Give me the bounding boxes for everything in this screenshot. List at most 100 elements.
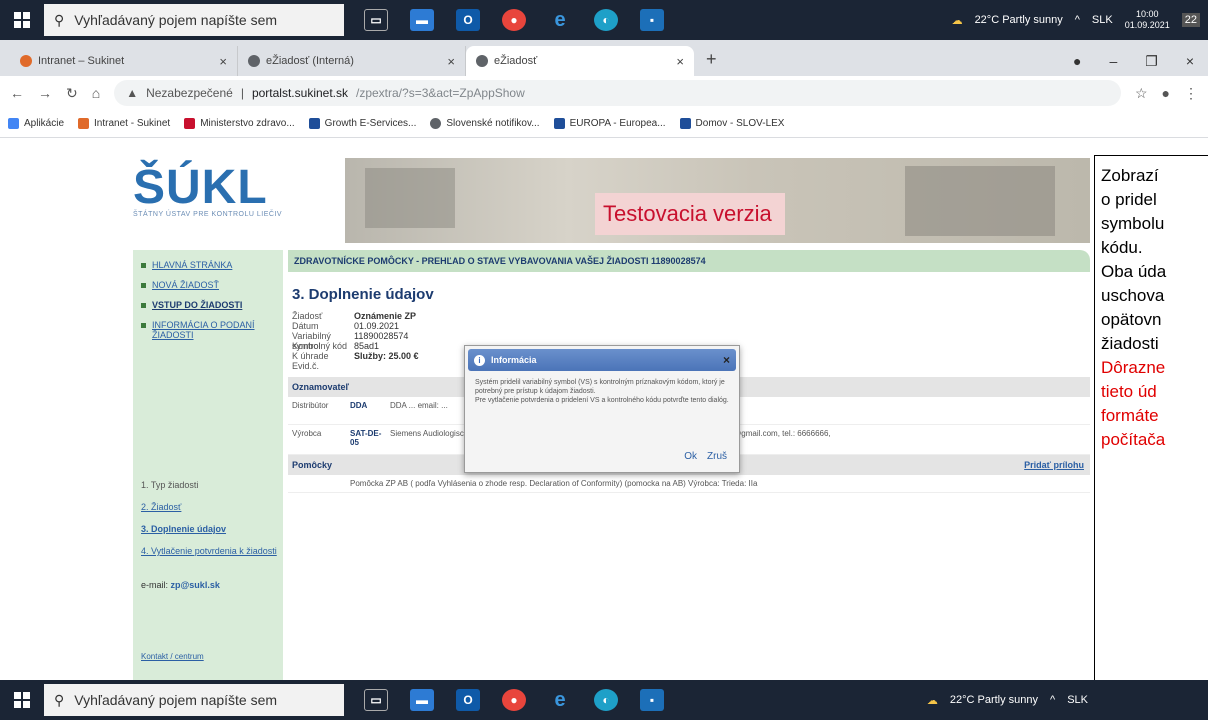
- clock-time: 10:00: [1135, 9, 1159, 19]
- tab-eziadost-interna[interactable]: eŽiadosť (Interná) ×: [238, 46, 466, 76]
- step-1: 1. Typ žiadosti: [141, 480, 199, 490]
- chrome-icon[interactable]: ●: [502, 9, 526, 31]
- weather-text[interactable]: 22°C Partly sunny: [950, 694, 1038, 706]
- close-tab-icon[interactable]: ×: [447, 54, 455, 69]
- taskbar-top: ⚲ Vyhľadávaný pojem napíšte sem ▭ ▬ O ● …: [0, 0, 1208, 40]
- windows-start-button[interactable]: [0, 0, 44, 40]
- star-icon[interactable]: ☆: [1135, 85, 1148, 102]
- globe-icon: [248, 55, 260, 67]
- close-tab-icon[interactable]: ×: [219, 54, 227, 69]
- maximize-icon[interactable]: ❐: [1145, 53, 1158, 70]
- sidebar-item-home[interactable]: HLAVNÁ STRÁNKA: [141, 260, 275, 270]
- slovlex-icon: [679, 118, 691, 129]
- taskbar-search[interactable]: ⚲ Vyhľadávaný pojem napíšte sem: [44, 4, 344, 36]
- step-4[interactable]: 4. Vytlačenie potvrdenia k žiadosti: [141, 546, 277, 556]
- lang-indicator[interactable]: SLK: [1067, 694, 1088, 706]
- weather-text[interactable]: 22°C Partly sunny: [975, 14, 1063, 26]
- sidebar-item-enter-request[interactable]: VSTUP DO ŽIADOSTI: [141, 300, 275, 310]
- add-attachment-link[interactable]: Pridať prílohu: [1024, 460, 1084, 470]
- tab-intranet[interactable]: Intranet – Sukinet ×: [10, 46, 238, 76]
- tray-chevron-icon[interactable]: ^: [1050, 694, 1055, 706]
- account-icon[interactable]: ●: [1162, 85, 1170, 101]
- bookmark-label: Aplikácie: [24, 118, 65, 129]
- notification-badge[interactable]: 22: [1181, 13, 1200, 27]
- reload-icon[interactable]: ↻: [66, 85, 78, 102]
- url-input[interactable]: ▲ Nezabezpečené | portalst.sukinet.sk/zp…: [114, 80, 1121, 106]
- email-link[interactable]: zp@sukl.sk: [171, 580, 220, 590]
- callout-line: Zobrazí: [1101, 166, 1159, 185]
- test-version-label: Testovacia verzia: [595, 193, 785, 235]
- edge-icon[interactable]: e: [548, 689, 572, 711]
- close-window-icon[interactable]: ×: [1186, 53, 1194, 69]
- bookmark-item[interactable]: Intranet - Sukinet: [78, 118, 170, 129]
- info-key: K úhrade: [292, 351, 329, 361]
- info-row: Žiadosť Oznámenie ZP: [292, 311, 1090, 321]
- weather-icon: ☁: [926, 694, 938, 707]
- row-text: DDA ... email: ...: [390, 401, 448, 410]
- ok-button[interactable]: Ok: [684, 451, 697, 462]
- forward-icon[interactable]: →: [38, 85, 52, 101]
- task-view-icon[interactable]: ▭: [364, 9, 388, 31]
- bookmark-item[interactable]: Domov - SLOV-LEX: [679, 118, 784, 129]
- menu-icon[interactable]: ⋮: [1184, 85, 1198, 102]
- bookmark-item[interactable]: Ministerstvo zdravo...: [184, 118, 295, 129]
- logo-text: ŠÚKL: [133, 161, 268, 214]
- tab-label: eŽiadosť (Interná): [266, 55, 354, 67]
- lang-indicator[interactable]: SLK: [1092, 14, 1113, 26]
- weather-icon: ☁: [951, 14, 963, 27]
- edge-new-icon[interactable]: ◐: [594, 9, 618, 31]
- warning-icon: ▲: [126, 86, 139, 100]
- close-tab-icon[interactable]: ×: [676, 54, 684, 69]
- clock[interactable]: 10:00 01.09.2021: [1125, 9, 1170, 31]
- edge-new-icon[interactable]: ◐: [594, 689, 618, 711]
- logo-subtitle: ŠTÁTNY ÚSTAV PRE KONTROLU LIEČIV: [133, 211, 283, 218]
- info-row: Dátum 01.09.2021: [292, 321, 1090, 331]
- taskbar-search-placeholder: Vyhľadávaný pojem napíšte sem: [74, 692, 278, 708]
- taskbar-search[interactable]: ⚲ Vyhľadávaný pojem napíšte sem: [44, 684, 344, 716]
- callout-warning-line: formáte: [1101, 406, 1159, 425]
- app-icon[interactable]: ▪: [640, 689, 664, 711]
- row-code: SAT-DE-05: [350, 429, 382, 447]
- sidebar-item-info[interactable]: INFORMÁCIA O PODANÍ ŽIADOSTI: [141, 320, 275, 340]
- favicon-icon: [20, 55, 32, 67]
- bullet-icon: [141, 283, 146, 288]
- cancel-button[interactable]: Zruš: [707, 451, 727, 462]
- row-label: Distribútor: [292, 401, 329, 410]
- callout-line: uschova: [1101, 286, 1165, 305]
- bookmark-item[interactable]: EUROPA - Europea...: [553, 118, 666, 129]
- task-view-icon[interactable]: ▭: [364, 689, 388, 711]
- app-icon[interactable]: ▪: [640, 9, 664, 31]
- outlook-icon[interactable]: O: [456, 689, 480, 711]
- profile-icon[interactable]: ●: [1073, 53, 1081, 69]
- new-tab-icon[interactable]: +: [706, 49, 717, 70]
- windows-start-button[interactable]: [0, 680, 44, 720]
- tab-label: eŽiadosť: [494, 55, 538, 67]
- callout-line: Oba úda: [1101, 262, 1167, 281]
- edge-icon[interactable]: e: [548, 9, 572, 31]
- url-path: /zpextra/?s=3&act=ZpAppShow: [356, 86, 525, 100]
- dialog-body: Systém pridelil variabilný symbol (VS) s…: [465, 374, 739, 409]
- back-icon[interactable]: ←: [10, 85, 24, 101]
- feedback-link[interactable]: Kontakt / centrum: [141, 652, 204, 661]
- file-explorer-icon[interactable]: ▬: [410, 9, 434, 31]
- web-page: ŠÚKL ŠTÁTNY ÚSTAV PRE KONTROLU LIEČIV Te…: [0, 138, 1208, 680]
- step-2[interactable]: 2. Žiadosť: [141, 502, 277, 512]
- shield-icon: [184, 118, 196, 129]
- close-icon[interactable]: ×: [723, 353, 730, 367]
- step-3[interactable]: 3. Doplnenie údajov: [141, 524, 277, 534]
- sidebar: HLAVNÁ STRÁNKA NOVÁ ŽIADOSŤ VSTUP DO ŽIA…: [133, 250, 283, 680]
- bookmark-apps[interactable]: Aplikácie: [8, 118, 64, 129]
- chrome-icon[interactable]: ●: [502, 689, 526, 711]
- tab-eziadost[interactable]: eŽiadosť ×: [466, 46, 694, 76]
- file-explorer-icon[interactable]: ▬: [410, 689, 434, 711]
- sidebar-item-new-request[interactable]: NOVÁ ŽIADOSŤ: [141, 280, 275, 290]
- tray-chevron-icon[interactable]: ^: [1075, 14, 1080, 26]
- device-row: Pomôcka ZP AB ( podľa Vyhlásenia o zhode…: [288, 475, 1090, 493]
- outlook-icon[interactable]: O: [456, 9, 480, 31]
- bookmark-item[interactable]: Growth E-Services...: [308, 118, 416, 129]
- security-label: Nezabezpečené: [146, 86, 233, 100]
- home-icon[interactable]: ⌂: [92, 85, 100, 101]
- sukl-logo[interactable]: ŠÚKL ŠTÁTNY ÚSTAV PRE KONTROLU LIEČIV: [133, 160, 313, 240]
- bookmark-item[interactable]: Slovenské notifikov...: [430, 118, 540, 129]
- minimize-icon[interactable]: –: [1109, 53, 1117, 69]
